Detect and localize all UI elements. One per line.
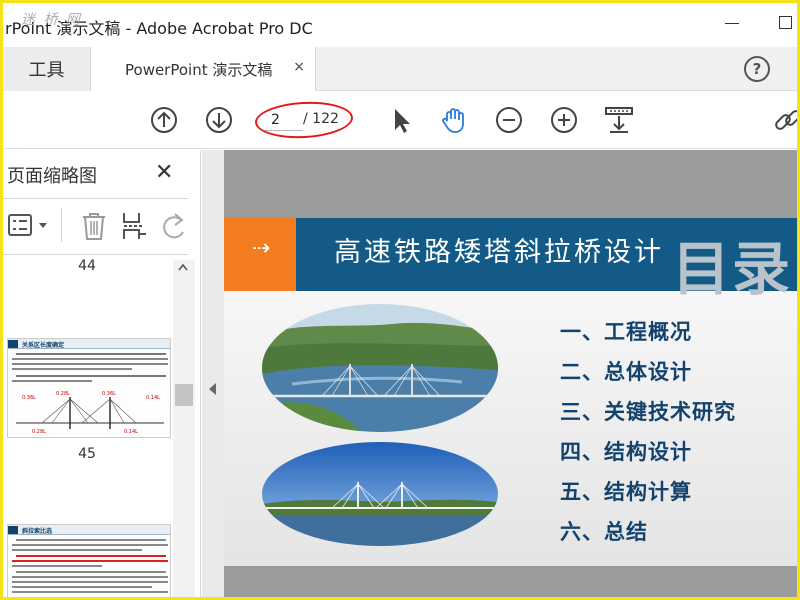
tab-tools-label: 工具 [28,60,65,81]
tab-tools[interactable]: 工具 [3,47,91,91]
divider [61,208,62,242]
watermark: 迷 桥 网 [21,12,82,28]
zoom-out-icon[interactable] [494,105,524,135]
hand-icon[interactable] [439,105,469,135]
bridge-photo [262,304,498,432]
toc-item: 六、总结 [560,520,648,544]
scrollbar-thumb[interactable] [175,384,193,406]
thumbnail-scrollbar[interactable] [173,260,195,597]
fit-page-icon[interactable] [604,105,634,135]
divider [3,254,188,255]
toc-item: 四、结构设计 [560,440,692,464]
close-panel-button[interactable]: ✕ [155,160,173,185]
app-window: rPoint 演示文稿 - Adobe Acrobat Pro DC 迷 桥 网… [0,0,800,600]
options-menu-icon[interactable] [7,210,51,240]
tab-document-label: PowerPoint 演示文稿 [125,61,273,79]
toc-item: 一、工程概况 [560,320,692,344]
chevron-up-icon[interactable] [177,262,189,272]
help-button[interactable]: ? [744,56,770,82]
dimension-label: 0.14L [124,429,138,435]
zoom-in-icon[interactable] [549,105,579,135]
bridge-photo [262,442,498,546]
slide-header: ⇢ 高速铁路矮塔斜拉桥设计 目录 [224,218,797,303]
dimension-label: 0.28L [32,429,46,435]
panel-collapse-handle[interactable] [202,150,224,597]
dimension-label: 0.36L [102,391,116,397]
dimension-label: 0.14L [146,395,160,401]
document-view[interactable]: ⇢ 高速铁路矮塔斜拉桥设计 目录 一、工程概况 二、总体设计 三、关键技术研究 … [224,150,797,597]
close-tab-button[interactable]: × [293,59,305,75]
dimension-label: 0.28L [56,391,70,397]
title-bar: rPoint 演示文稿 - Adobe Acrobat Pro DC 迷 桥 网 [3,3,797,47]
annotation-ellipse [254,99,354,141]
thumbnail-heading: 关系区长度确定 [22,342,65,349]
slide-title: 高速铁路矮塔斜拉桥设计 [334,237,664,268]
tab-bar: 工具 PowerPoint 演示文稿 × ? [3,47,797,92]
minimize-button[interactable] [725,23,739,24]
thumbnail-heading: 斜拉索比选 [22,528,53,535]
thumbnail-label: 45 [78,446,96,462]
arrow-down-circle-icon[interactable] [204,105,234,135]
table-of-contents: 一、工程概况 二、总体设计 三、关键技术研究 四、结构设计 五、结构计算 六、总… [560,316,736,556]
slide-header-accent: ⇢ [224,218,296,291]
link-icon[interactable] [773,105,800,135]
panel-toolbar [3,204,193,250]
arrow-up-circle-icon[interactable] [149,105,179,135]
trash-icon[interactable] [79,210,109,242]
bridge-diagram-icon: 0.36L 0.28L 0.36L 0.14L 0.28L 0.14L [16,391,164,435]
dashed-arrow-icon: ⇢ [252,236,271,261]
caret-left-icon[interactable] [209,383,216,395]
thumbnail-page-45[interactable]: 关系区长度确定 0.36L 0.28L 0.36L 0.14L 0.28L 0.… [7,338,171,438]
dimension-label: 0.36L [22,395,36,401]
cursor-arrow-icon[interactable] [386,105,416,135]
toc-item: 三、关键技术研究 [560,400,736,424]
toc-item: 五、结构计算 [560,480,692,504]
tab-document[interactable]: PowerPoint 演示文稿 × [91,47,316,92]
slide-contents-heading: 目录 [672,235,793,303]
panel-title: 页面缩略图 [7,166,97,187]
rotate-icon[interactable] [159,210,189,242]
extract-pages-icon[interactable] [119,210,149,242]
thumbnail-label: 44 [78,258,96,274]
toolbar: / 122 [3,91,797,149]
slide-page: ⇢ 高速铁路矮塔斜拉桥设计 目录 一、工程概况 二、总体设计 三、关键技术研究 … [224,218,797,566]
thumbnails-panel: 页面缩略图 ✕ 44 关系区长度确定 0.36L 0.28L 0.36L 0.1… [3,150,201,597]
toc-item: 二、总体设计 [560,360,692,384]
maximize-button[interactable] [779,16,792,29]
divider [3,198,188,199]
thumbnail-page-46[interactable]: 斜拉索比选 [7,524,171,597]
